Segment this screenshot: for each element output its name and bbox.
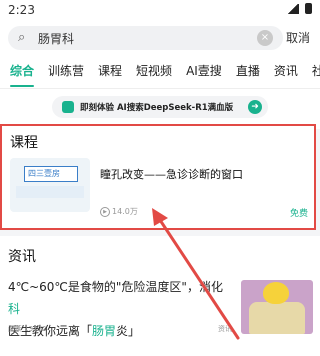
arrow-right-icon: ➜	[248, 100, 262, 114]
thumbnail-figure-body	[249, 302, 305, 334]
tab-ai-search[interactable]: AI壹搜	[186, 62, 222, 79]
article-text-1: 4℃~60℃是食物的"危险温度区"，消化	[8, 280, 223, 294]
thumbnail-band	[16, 186, 84, 198]
status-time: 2:23	[8, 3, 35, 17]
thumbnail-logo-text: 四三壹房	[28, 169, 60, 178]
tab-training-camp[interactable]: 训练营	[48, 62, 84, 79]
banner-text: 即刻体验 AI搜索DeepSeek-R1满血版	[80, 103, 234, 113]
ai-icon	[62, 101, 74, 113]
tab-courses[interactable]: 课程	[98, 62, 122, 79]
article-text-3: 炎」	[116, 324, 141, 338]
search-icon: ⌕	[18, 30, 26, 45]
course-title[interactable]: 瞳孔改变——急诊诊断的窗口	[100, 166, 243, 182]
tab-comprehensive[interactable]: 综合	[10, 62, 35, 87]
status-icons	[287, 3, 312, 14]
status-bar: 2:23	[0, 0, 320, 24]
article-highlight-1: 科	[8, 302, 21, 316]
article-thumbnail[interactable]	[241, 280, 313, 334]
section-title-courses: 课程	[10, 135, 38, 151]
thumbnail-figure-head	[263, 282, 289, 304]
search-bar: ⌕ 肠胃科 × 取消	[0, 24, 320, 52]
course-thumbnail[interactable]: 四三壹房	[10, 158, 90, 212]
thumbnail-logo: 四三壹房	[24, 166, 78, 182]
price-badge: 免费	[289, 209, 308, 219]
section-title-news: 资讯	[8, 249, 36, 265]
deepseek-banner[interactable]: 即刻体验 AI搜索DeepSeek-R1满血版 ➜	[52, 96, 268, 118]
tab-live[interactable]: 直播	[236, 62, 260, 79]
tab-news[interactable]: 资讯	[274, 62, 298, 79]
view-count-value: 14.0万	[112, 207, 138, 216]
read-count: 阅读 13172	[8, 325, 47, 333]
tab-short-video[interactable]: 短视频	[136, 62, 172, 79]
tab-community[interactable]: 社	[312, 62, 320, 79]
banner-area: 即刻体验 AI搜索DeepSeek-R1满血版 ➜	[0, 89, 320, 129]
course-result-card[interactable]: 课程 四三壹房 瞳孔改变——急诊诊断的窗口 ▶ 14.0万 免费	[0, 124, 316, 230]
view-count: ▶ 14.0万	[100, 206, 138, 217]
search-input[interactable]: ⌕ 肠胃科 ×	[8, 26, 283, 50]
cancel-button[interactable]: 取消	[286, 29, 310, 46]
signal-icon	[287, 3, 299, 14]
category-tabs: 综合 训练营 课程 短视频 AI壹搜 直播 资讯 社	[0, 52, 320, 89]
clear-search-button[interactable]: ×	[257, 30, 273, 46]
news-source: 资讯	[218, 325, 232, 333]
news-section: 资讯 4℃~60℃是食物的"危险温度区"，消化科 医生教你远离「肠胃炎」 阅读 …	[0, 236, 320, 356]
article-highlight-2: 肠胃	[92, 324, 117, 338]
battery-icon	[305, 3, 312, 14]
play-icon: ▶	[100, 206, 110, 217]
search-query: 肠胃科	[38, 31, 75, 46]
